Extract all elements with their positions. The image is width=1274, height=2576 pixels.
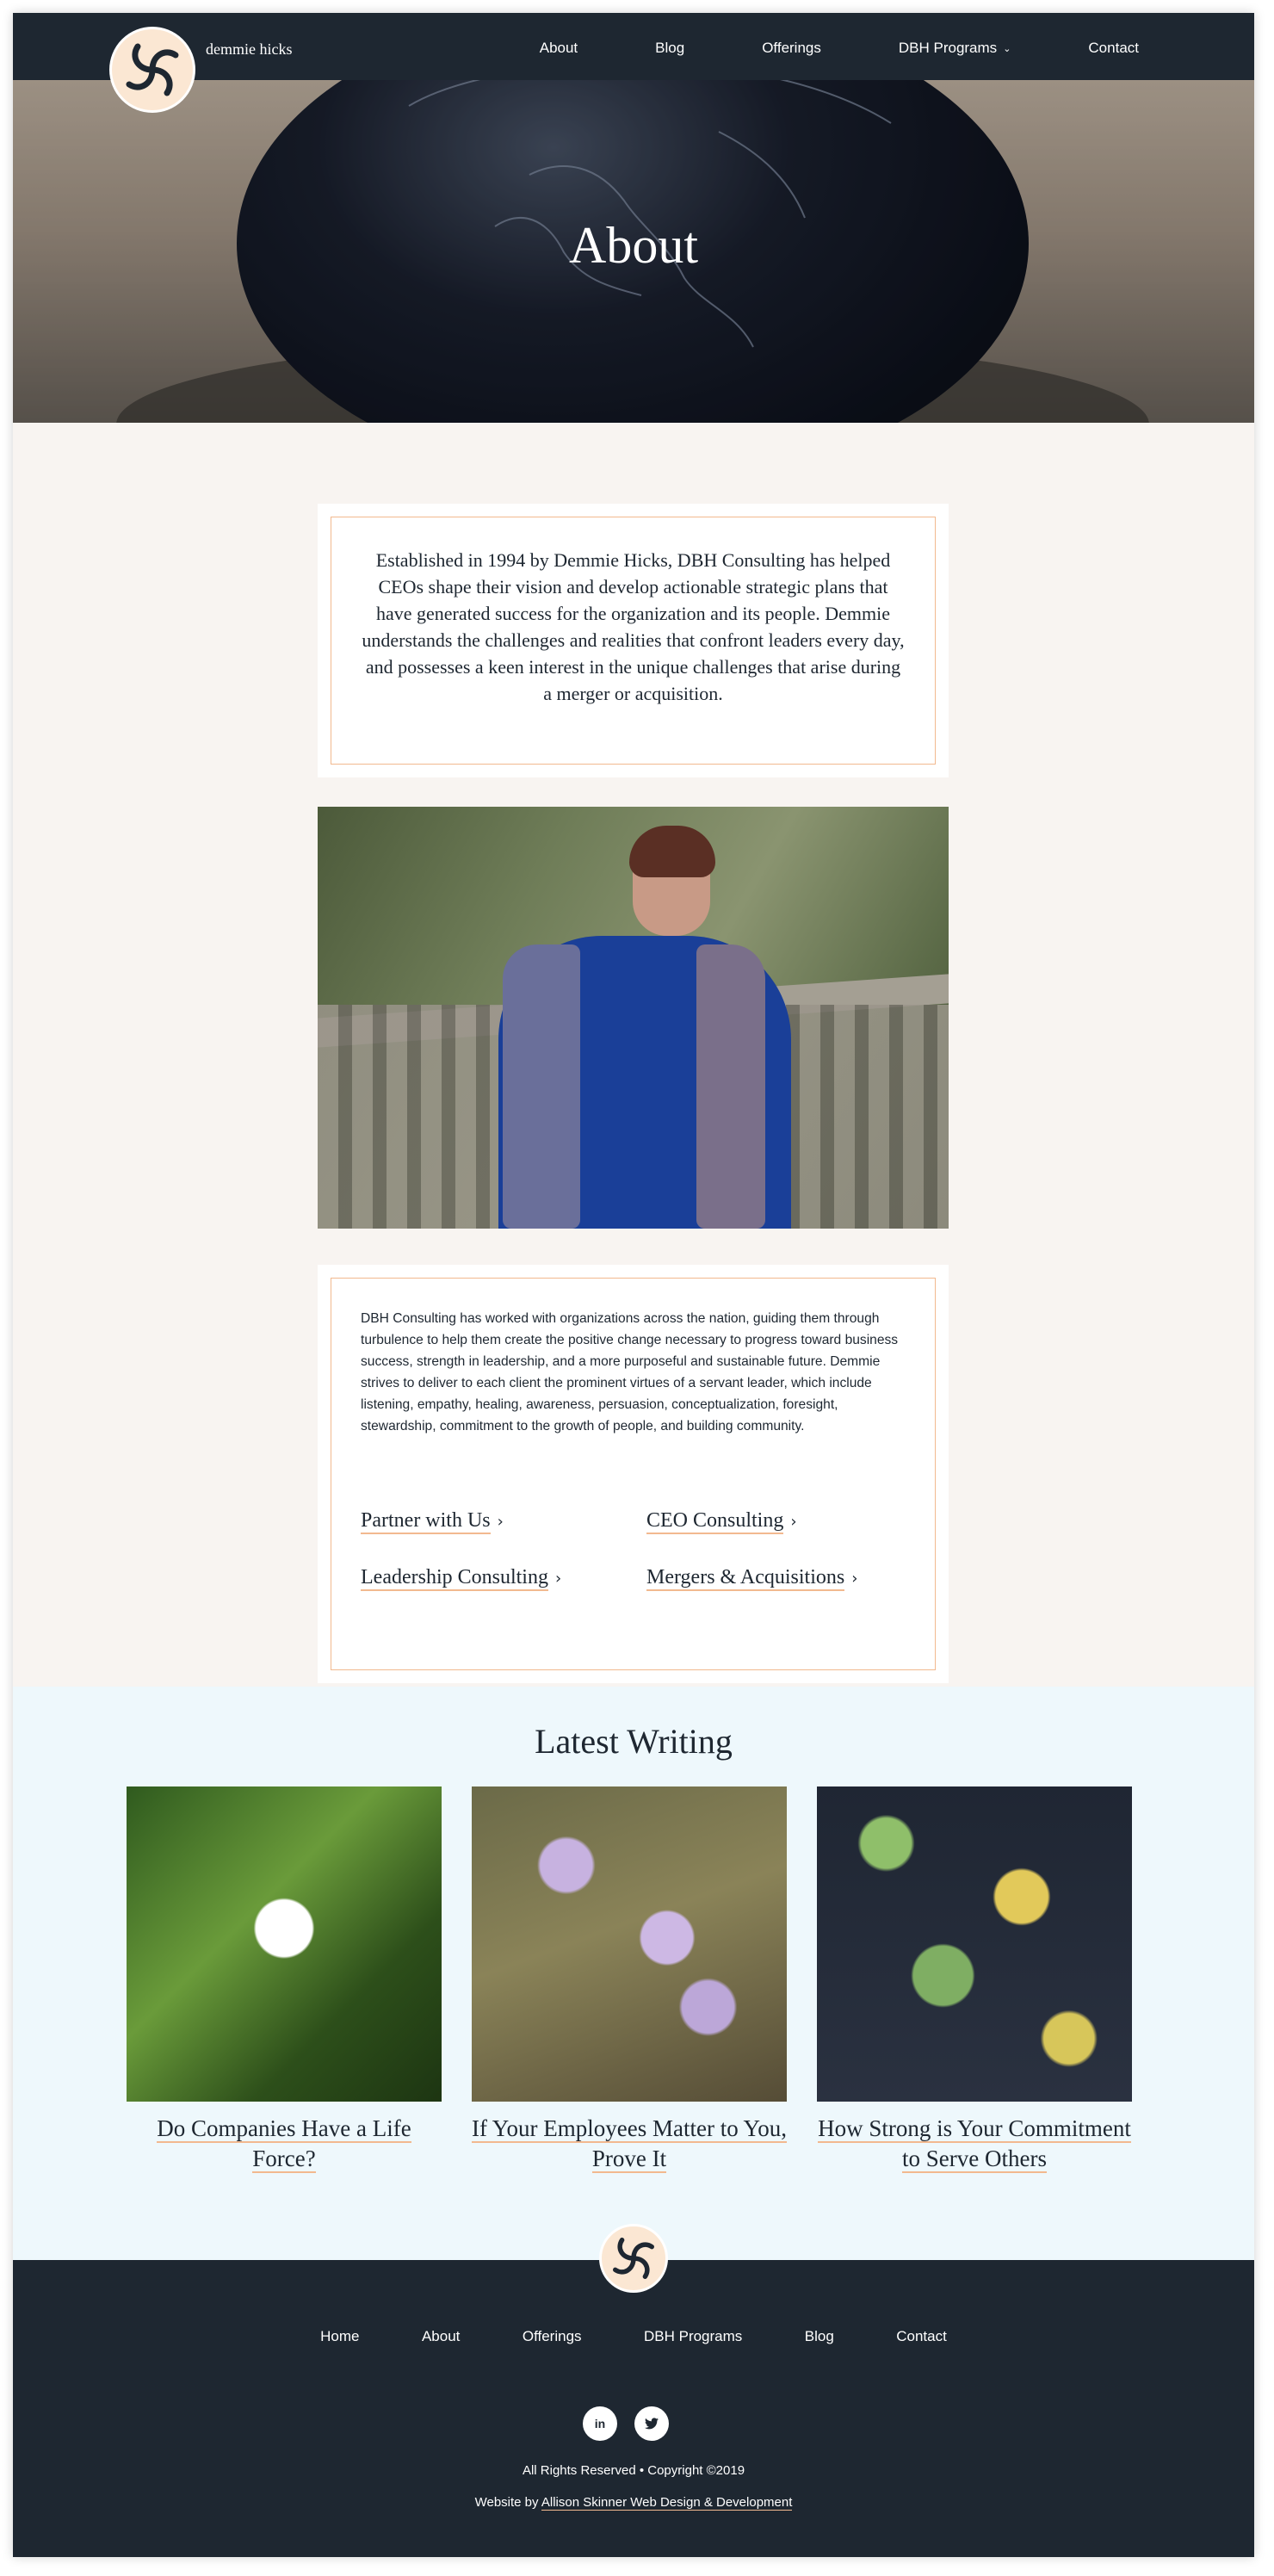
footer: Home About Offerings DBH Programs Blog C… [13, 2224, 1254, 2557]
post-title[interactable]: How Strong is Your Commitment to Serve O… [817, 2114, 1132, 2174]
swirl-logo-icon[interactable] [109, 27, 195, 113]
copyright-text: All Rights Reserved • Copyright ©2019 [522, 2463, 745, 2478]
blog-post-card[interactable]: If Your Employees Matter to You, Prove I… [472, 1786, 788, 2174]
person-hair [629, 826, 715, 877]
post-image[interactable] [817, 1786, 1132, 2102]
intro-card: Established in 1994 by Demmie Hicks, DBH… [318, 504, 949, 777]
shawl-right [696, 944, 765, 1229]
footer-nav-offerings[interactable]: Offerings [523, 2328, 582, 2344]
post-title[interactable]: Do Companies Have a Life Force? [127, 2114, 442, 2174]
section-heading: Latest Writing [535, 1722, 733, 1761]
blog-post-card[interactable]: Do Companies Have a Life Force? [127, 1786, 442, 2174]
swirl-logo-icon[interactable] [599, 2224, 668, 2293]
credit-link[interactable]: Allison Skinner Web Design & Development [541, 2495, 793, 2511]
post-image[interactable] [472, 1786, 787, 2102]
twitter-icon[interactable] [634, 2406, 669, 2441]
latest-writing-section: Latest Writing Do Companies Have a Life … [13, 1687, 1254, 2260]
linkedin-icon[interactable]: in [583, 2406, 617, 2441]
nav-item-label: About [539, 40, 578, 56]
about-card: DBH Consulting has worked with organizat… [318, 1265, 949, 1683]
hero-banner: About [13, 80, 1254, 423]
link-label: CEO Consulting [646, 1509, 784, 1534]
chevron-right-icon: › [790, 1513, 797, 1531]
blog-post-card[interactable]: How Strong is Your Commitment to Serve O… [817, 1786, 1132, 2174]
link-leadership-consulting[interactable]: Leadership Consulting › [361, 1566, 562, 1591]
link-partner-with-us[interactable]: Partner with Us › [361, 1509, 504, 1534]
nav-item-label: Blog [655, 40, 685, 56]
page: demmie hicks About Blog Offerings DBH Pr… [13, 13, 1254, 2557]
link-mergers-acquisitions[interactable]: Mergers & Acquisitions › [646, 1566, 858, 1591]
credit-prefix: Website by [474, 2495, 541, 2510]
footer-nav-about[interactable]: About [422, 2328, 460, 2344]
main-nav: About Blog Offerings DBH Programs ⌄ Conta… [462, 40, 1139, 57]
chevron-right-icon: › [554, 1570, 562, 1588]
link-ceo-consulting[interactable]: CEO Consulting › [646, 1509, 797, 1534]
nav-item-label: Contact [1088, 40, 1139, 56]
link-label: Partner with Us [361, 1509, 491, 1534]
footer-nav-blog[interactable]: Blog [805, 2328, 834, 2344]
nav-item-offerings[interactable]: Offerings [723, 40, 821, 57]
post-title-text: How Strong is Your Commitment to Serve O… [818, 2115, 1131, 2173]
social-links: in [583, 2406, 669, 2441]
post-image[interactable] [127, 1786, 442, 2102]
nav-item-contact[interactable]: Contact [1049, 40, 1139, 57]
post-title[interactable]: If Your Employees Matter to You, Prove I… [472, 2114, 788, 2174]
footer-nav: Home About Offerings DBH Programs Blog C… [13, 2328, 1254, 2345]
top-nav-bar: demmie hicks About Blog Offerings DBH Pr… [13, 13, 1254, 80]
nav-item-dbh-programs[interactable]: DBH Programs ⌄ [860, 40, 1011, 57]
link-label: Mergers & Acquisitions [646, 1566, 845, 1591]
nav-item-label: DBH Programs [898, 40, 998, 56]
page-title: About [569, 217, 698, 274]
site-credit: Website by Allison Skinner Web Design & … [13, 2495, 1254, 2511]
chevron-down-icon: ⌄ [1003, 43, 1011, 54]
nav-item-label: Offerings [762, 40, 821, 56]
about-text: DBH Consulting has worked with organizat… [361, 1311, 899, 1434]
chevron-right-icon: › [851, 1570, 858, 1588]
intro-text: Established in 1994 by Demmie Hicks, DBH… [362, 549, 905, 704]
nav-item-blog[interactable]: Blog [616, 40, 684, 57]
post-title-text: Do Companies Have a Life Force? [157, 2115, 411, 2173]
shawl-left [503, 944, 580, 1229]
brand-name[interactable]: demmie hicks [206, 40, 292, 59]
chevron-right-icon: › [497, 1513, 504, 1531]
link-label: Leadership Consulting [361, 1566, 548, 1591]
nav-item-about[interactable]: About [501, 40, 578, 57]
footer-nav-dbh-programs[interactable]: DBH Programs [644, 2328, 742, 2344]
post-title-text: If Your Employees Matter to You, Prove I… [472, 2115, 788, 2173]
footer-nav-home[interactable]: Home [320, 2328, 359, 2344]
portrait-photo [318, 807, 949, 1229]
footer-nav-contact[interactable]: Contact [896, 2328, 947, 2344]
